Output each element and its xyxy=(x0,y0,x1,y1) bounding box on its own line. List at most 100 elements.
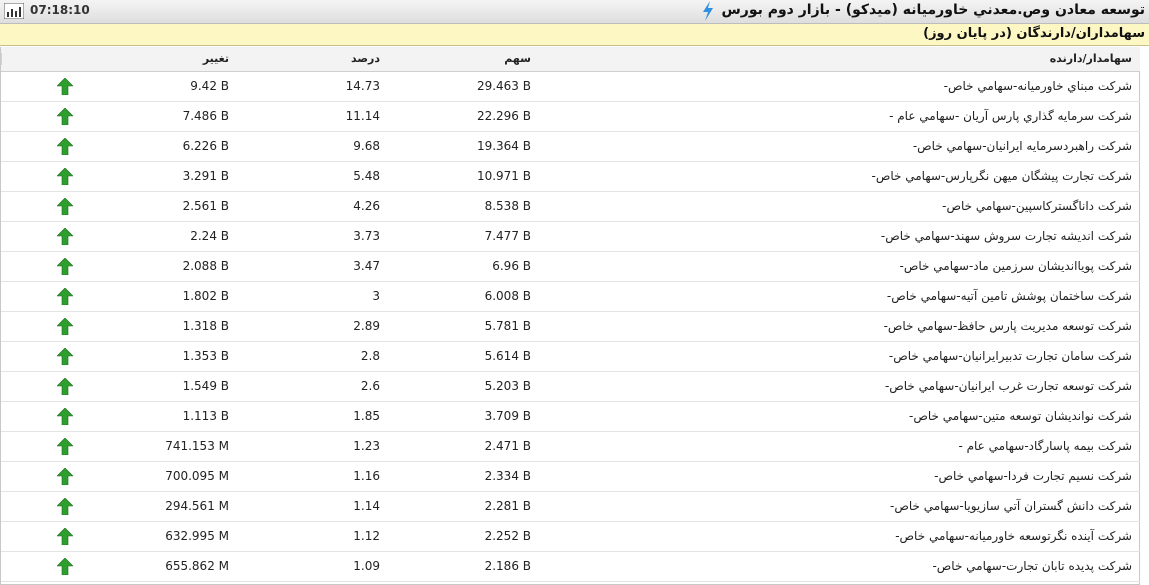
shares-cell: 22.296 B xyxy=(388,101,539,132)
change-cell: 3.291 B xyxy=(129,161,237,192)
section-header: سهامداران/دارندگان (در پایان روز) xyxy=(0,24,1149,46)
column-header-change[interactable]: تغییر xyxy=(129,47,237,72)
column-header-shares[interactable]: سهم xyxy=(388,47,539,72)
trend-cell xyxy=(1,281,129,312)
shares-cell: 6.96 B xyxy=(388,251,539,282)
table-row[interactable]: 632.995 M 1.12 2.252 B شركت آينده نگرتوسعه … xyxy=(1,521,1140,552)
shares-cell: 19.364 B xyxy=(388,131,539,162)
table-row[interactable]: 2.561 B 4.26 8.538 B شركت داناگستركاسپين-سه… xyxy=(1,191,1140,222)
percent-cell: 1.23 xyxy=(237,431,388,462)
up-arrow-icon xyxy=(57,257,73,275)
change-cell: 1.802 B xyxy=(129,281,237,312)
shares-cell: 5.203 B xyxy=(388,371,539,402)
holder-name-cell: شركت راهبردسرمايه ايرانيان-سهامي خاص- xyxy=(539,131,1140,162)
table-row[interactable]: 700.095 M 1.16 2.334 B شركت نسيم تجارت فردا… xyxy=(1,461,1140,492)
change-cell: 2.088 B xyxy=(129,251,237,282)
holder-name-cell: شركت آينده نگرتوسعه خاورميانه-سهامي خاص- xyxy=(539,521,1140,552)
percent-cell: 2.89 xyxy=(237,311,388,342)
trend-cell xyxy=(1,461,129,492)
change-cell: 655.862 M xyxy=(129,551,237,582)
column-header-holder[interactable]: سهامدار/دارنده xyxy=(539,47,1140,72)
percent-cell: 1.14 xyxy=(237,491,388,522)
up-arrow-icon xyxy=(57,317,73,335)
shares-cell: 2.334 B xyxy=(388,461,539,492)
shares-cell: 10.971 B xyxy=(388,161,539,192)
percent-cell: 1.12 xyxy=(237,521,388,552)
change-cell: 700.095 M xyxy=(129,461,237,492)
up-arrow-icon xyxy=(57,347,73,365)
up-arrow-icon xyxy=(57,407,73,425)
table-row[interactable]: 655.862 M 1.09 2.186 B شركت پديده تابان تجا… xyxy=(1,551,1140,582)
change-cell: 2.24 B xyxy=(129,221,237,252)
table-row[interactable]: 6.226 B 9.68 19.364 B شركت راهبردسرمايه اير… xyxy=(1,131,1140,162)
trend-cell xyxy=(1,311,129,342)
clock-time: 07:18:10 xyxy=(30,3,90,17)
holder-name-cell: شركت پديده تابان تجارت-سهامي خاص- xyxy=(539,551,1140,582)
up-arrow-icon xyxy=(57,77,73,95)
shares-cell: 5.781 B xyxy=(388,311,539,342)
up-arrow-icon xyxy=(57,197,73,215)
change-cell: 294.561 M xyxy=(129,491,237,522)
table-row[interactable]: 7.486 B 11.14 22.296 B شركت سرمايه گذاري پا… xyxy=(1,101,1140,132)
table-row[interactable]: 2.24 B 3.73 7.477 B شركت انديشه تجارت سروش … xyxy=(1,221,1140,252)
percent-cell: 11.14 xyxy=(237,101,388,132)
shares-cell: 5.614 B xyxy=(388,341,539,372)
table-row[interactable]: 1.802 B 3 6.008 B شركت ساختمان پوشش تامين آ… xyxy=(1,281,1140,312)
shares-cell: 8.538 B xyxy=(388,191,539,222)
shareholders-table-container: تغییر درصد سهم سهامدار/دارنده 9.42 B 14.7… xyxy=(0,47,1140,585)
table-row[interactable]: 1.113 B 1.85 3.709 B شركت نوانديشان توسعه م… xyxy=(1,401,1140,432)
change-cell: 1.353 B xyxy=(129,341,237,372)
shares-cell: 6.008 B xyxy=(388,281,539,312)
change-cell: 6.226 B xyxy=(129,131,237,162)
trend-cell xyxy=(1,101,129,132)
table-row[interactable]: 2.088 B 3.47 6.96 B شركت پوياانديشان سرزمين… xyxy=(1,251,1140,282)
table-row[interactable]: 9.42 B 14.73 29.463 B شركت مبناي خاورميانه-… xyxy=(1,71,1140,102)
holder-name-cell: شركت بيمه پاسارگاد-سهامي عام - xyxy=(539,431,1140,462)
trend-cell xyxy=(1,491,129,522)
holder-name-cell: شركت نوانديشان توسعه متين-سهامي خاص- xyxy=(539,401,1140,432)
trend-cell xyxy=(1,131,129,162)
up-arrow-icon xyxy=(57,467,73,485)
shares-cell: 2.252 B xyxy=(388,521,539,552)
trend-cell xyxy=(1,401,129,432)
trend-cell xyxy=(1,521,129,552)
table-row[interactable]: 1.353 B 2.8 5.614 B شركت سامان تجارت تدبيرا… xyxy=(1,341,1140,372)
shares-cell: 2.186 B xyxy=(388,551,539,582)
percent-cell: 1.85 xyxy=(237,401,388,432)
change-cell: 9.42 B xyxy=(129,71,237,102)
change-cell: 1.318 B xyxy=(129,311,237,342)
bar-chart-icon[interactable] xyxy=(4,3,24,19)
table-row[interactable]: 741.153 M 1.23 2.471 B شركت بيمه پاسارگاد-س… xyxy=(1,431,1140,462)
holder-name-cell: شركت نسيم تجارت فردا-سهامي خاص- xyxy=(539,461,1140,492)
trend-cell xyxy=(1,161,129,192)
holder-name-cell: شركت تجارت پيشگان ميهن نگرپارس-سهامي خاص… xyxy=(539,161,1140,192)
up-arrow-icon xyxy=(57,557,73,575)
percent-cell: 4.26 xyxy=(237,191,388,222)
up-arrow-icon xyxy=(57,527,73,545)
percent-cell: 3.73 xyxy=(237,221,388,252)
top-bar: 07:18:10 توسعه معادن وص.معدني خاورميانه … xyxy=(0,0,1149,24)
holder-name-cell: شركت سرمايه گذاري پارس آريان -سهامي عام … xyxy=(539,101,1140,132)
holder-name-cell: شركت مبناي خاورميانه-سهامي خاص- xyxy=(539,71,1140,102)
trend-cell xyxy=(1,551,129,582)
instrument-title: توسعه معادن وص.معدني خاورميانه (ميدكو) -… xyxy=(721,2,1145,18)
column-header-trend[interactable] xyxy=(1,47,129,72)
holder-name-cell: شركت انديشه تجارت سروش سهند-سهامي خاص- xyxy=(539,221,1140,252)
up-arrow-icon xyxy=(57,497,73,515)
up-arrow-icon xyxy=(57,167,73,185)
table-row[interactable]: 3.291 B 5.48 10.971 B شركت تجارت پيشگان ميه… xyxy=(1,161,1140,192)
up-arrow-icon xyxy=(57,437,73,455)
holder-name-cell: شركت دانش گستران آتي سازيويا-سهامي خاص- xyxy=(539,491,1140,522)
shares-cell: 29.463 B xyxy=(388,71,539,102)
table-row[interactable]: 1.318 B 2.89 5.781 B شركت توسعه مديريت پارس… xyxy=(1,311,1140,342)
table-row[interactable]: 1.549 B 2.6 5.203 B شركت توسعه تجارت غرب اي… xyxy=(1,371,1140,402)
percent-cell: 1.16 xyxy=(237,461,388,492)
change-cell: 741.153 M xyxy=(129,431,237,462)
shares-cell: 7.477 B xyxy=(388,221,539,252)
change-cell: 1.113 B xyxy=(129,401,237,432)
table-row[interactable]: 294.561 M 1.14 2.281 B شركت دانش گستران آتي… xyxy=(1,491,1140,522)
lightning-bolt-icon[interactable] xyxy=(701,1,715,21)
trend-cell xyxy=(1,251,129,282)
percent-cell: 3.47 xyxy=(237,251,388,282)
column-header-percent[interactable]: درصد xyxy=(237,47,388,72)
